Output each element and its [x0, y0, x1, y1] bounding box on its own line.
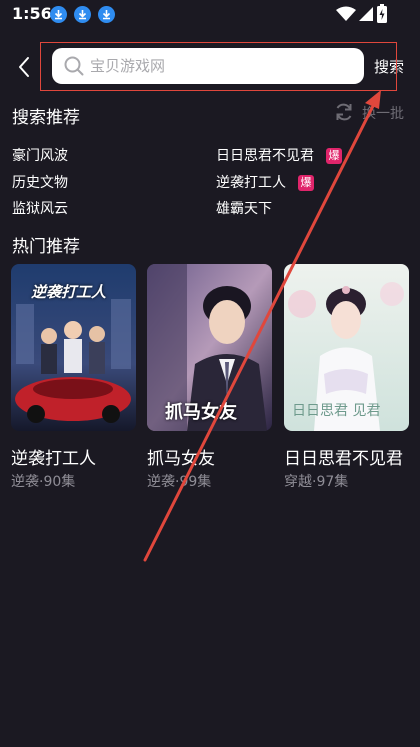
hot-badge: 爆 — [298, 175, 314, 191]
status-time: 1:56 — [12, 4, 52, 23]
recommend-item-label: 雄霸天下 — [216, 201, 272, 217]
recommend-item-label: 历史文物 — [12, 175, 68, 191]
drama-card[interactable]: 日日思君 见君 日日思君不见君 穿越·97集 — [284, 264, 409, 490]
recommend-item-label: 逆袭打工人 — [216, 175, 286, 191]
drama-card[interactable]: 逆袭打工人 逆袭打工人 逆袭·90集 — [11, 264, 136, 490]
search-input[interactable] — [90, 48, 350, 84]
poster-title-text: 逆袭打工人 — [31, 283, 107, 301]
recommend-item[interactable]: 逆袭打工人爆 — [216, 172, 314, 192]
recommend-section-title: 搜索推荐 — [12, 108, 80, 128]
recommend-item-label: 豪门风波 — [12, 148, 68, 164]
drama-meta: 逆袭·90集 — [11, 474, 76, 490]
poster-title-text: 日日思君 见君 — [292, 403, 381, 419]
refresh-label: 换一批 — [362, 106, 404, 122]
signal-icon — [359, 7, 373, 21]
drama-title: 抓马女友 — [147, 449, 215, 469]
drama-poster: 逆袭打工人 — [11, 264, 136, 431]
download-notification-icon — [50, 6, 67, 23]
recommend-item[interactable]: 历史文物 — [12, 172, 68, 192]
hot-badge: 爆 — [326, 148, 342, 164]
search-box[interactable] — [52, 48, 364, 84]
battery-icon — [377, 4, 387, 23]
download-notification-icon — [74, 6, 91, 23]
wifi-icon — [336, 6, 356, 21]
drama-poster: 抓马女友 — [147, 264, 272, 431]
drama-card[interactable]: 抓马女友 抓马女友 逆袭·99集 — [147, 264, 272, 490]
recommend-item[interactable]: 豪门风波 — [12, 145, 68, 165]
drama-title: 逆袭打工人 — [11, 449, 96, 469]
search-button[interactable]: 搜索 — [374, 56, 404, 77]
recommend-item[interactable]: 雄霸天下 — [216, 198, 272, 218]
drama-title: 日日思君不见君 — [284, 449, 403, 469]
hot-section-title: 热门推荐 — [12, 237, 80, 257]
drama-meta: 穿越·97集 — [284, 474, 349, 490]
drama-poster: 日日思君 见君 — [284, 264, 409, 431]
recommend-item-label: 监狱风云 — [12, 201, 68, 217]
recommend-item[interactable]: 监狱风云 — [12, 198, 68, 218]
recommend-item[interactable]: 日日思君不见君爆 — [216, 145, 342, 165]
drama-meta: 逆袭·99集 — [147, 474, 212, 490]
back-button[interactable] — [14, 55, 36, 79]
download-notification-icon — [98, 6, 115, 23]
refresh-icon — [336, 103, 352, 121]
status-bar: 1:56 — [0, 0, 420, 30]
search-icon — [64, 56, 84, 76]
poster-title-text: 抓马女友 — [165, 402, 237, 423]
chevron-left-icon — [19, 57, 29, 77]
recommend-item-label: 日日思君不见君 — [216, 148, 314, 164]
